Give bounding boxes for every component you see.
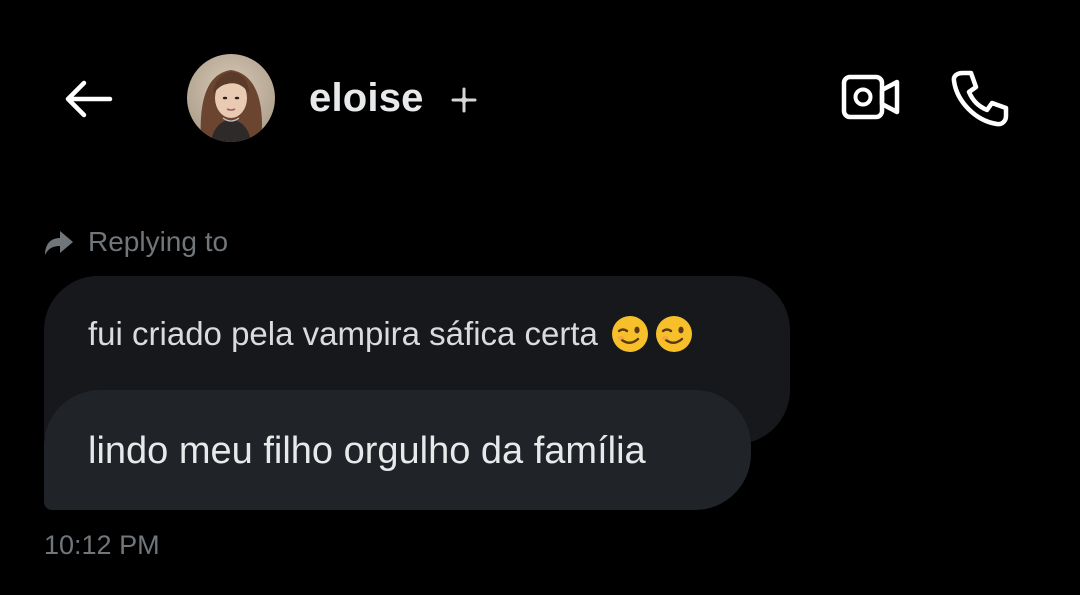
voice-call-button[interactable] xyxy=(944,62,1016,134)
contact-name[interactable]: eloise xyxy=(309,76,424,121)
phone-icon xyxy=(951,70,1009,127)
message-timestamp: 10:12 PM xyxy=(44,530,160,560)
quoted-message: fui criado pela vampira sáfica certa xyxy=(88,314,694,354)
video-call-button[interactable] xyxy=(836,66,906,128)
reply-indicator: Replying to xyxy=(42,222,228,262)
winking-face-emoji xyxy=(611,316,648,352)
video-camera-icon xyxy=(841,74,900,120)
back-button[interactable] xyxy=(56,70,120,128)
avatar[interactable] xyxy=(187,54,275,142)
winking-face-emoji xyxy=(655,316,692,352)
sparkle-icon xyxy=(451,87,477,113)
chat-header: eloise xyxy=(0,0,1080,190)
reply-arrow-icon xyxy=(45,231,73,255)
reply-label: Replying to xyxy=(88,226,229,257)
avatar-image xyxy=(187,54,275,142)
message-text: lindo meu filho orgulho da família xyxy=(88,430,646,472)
arrow-left-icon xyxy=(65,80,113,118)
quoted-message-text: fui criado pela vampira sáfica certa xyxy=(88,315,598,352)
